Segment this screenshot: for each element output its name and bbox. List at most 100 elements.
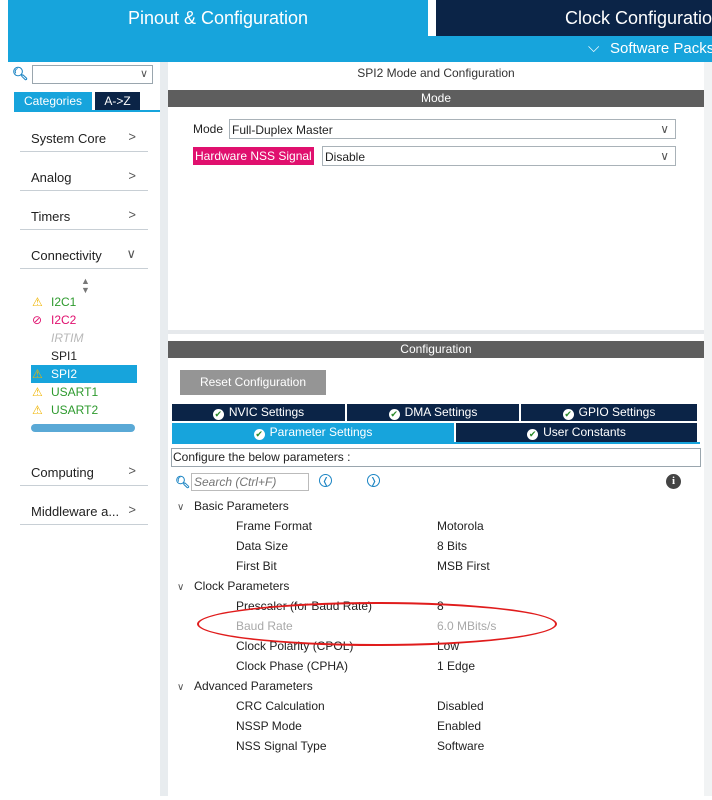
param-name: Data Size — [236, 539, 289, 553]
category-search-input[interactable]: ∨ — [32, 65, 153, 84]
tab-pinout-configuration[interactable]: Pinout & Configuration — [8, 0, 428, 36]
chevron-down-icon[interactable]: ∨ — [177, 682, 194, 693]
mode-select[interactable]: Full-Duplex Master ∨ — [229, 119, 676, 139]
mode-section-header: Mode — [168, 90, 704, 107]
peripheral-label: USART2 — [51, 403, 99, 417]
peripheral-i2c1[interactable]: ⚠ I2C1 — [31, 293, 137, 311]
param-value[interactable]: MSB First — [437, 559, 490, 573]
warning-icon: ⚠ — [32, 403, 43, 417]
peripheral-spi1[interactable]: SPI1 — [31, 347, 137, 365]
software-packs-menu[interactable]: Software Packs — [610, 40, 712, 57]
param-name: CRC Calculation — [236, 699, 325, 713]
mode-label: Mode — [193, 122, 224, 136]
param-value[interactable]: 1 Edge — [437, 659, 475, 673]
mode-panel-title: SPI2 Mode and Configuration — [357, 66, 515, 80]
param-value[interactable]: Software — [437, 739, 484, 753]
warning-icon: ⚠ — [32, 367, 43, 381]
chevron-right-icon: > — [128, 207, 136, 222]
chevron-down-icon[interactable]: ∨ — [177, 502, 194, 513]
peripheral-label: SPI1 — [51, 349, 78, 363]
main-scrollbar[interactable] — [704, 62, 712, 796]
tab-clock-configuration[interactable]: Clock Configuration — [436, 0, 712, 36]
search-icon: 🔍︎ — [175, 475, 191, 489]
category-analog[interactable]: Analog > — [20, 164, 148, 191]
param-value[interactable]: Disabled — [437, 699, 484, 713]
panel-splitter[interactable] — [168, 330, 712, 334]
tabs-underline — [172, 442, 700, 444]
category-label: Timers — [31, 209, 71, 224]
peripheral-label: I2C2 — [51, 313, 77, 327]
check-circle-icon: ✔ — [212, 409, 224, 420]
chevron-right-icon: > — [128, 168, 136, 183]
info-icon[interactable]: i — [666, 474, 681, 489]
peripheral-label: SPI2 — [51, 367, 78, 381]
parameter-search-field[interactable] — [192, 474, 306, 490]
category-middleware[interactable]: Middleware a... > — [20, 498, 148, 525]
param-name: First Bit — [236, 559, 277, 573]
search-icon: 🔍︎ — [12, 66, 29, 81]
param-value[interactable]: Enabled — [437, 719, 481, 733]
category-label: Middleware a... — [31, 504, 120, 519]
param-name: Frame Format — [236, 519, 313, 533]
peripheral-irtim[interactable]: IRTIM — [31, 329, 137, 347]
param-value[interactable]: 8 Bits — [437, 539, 467, 553]
category-system-core[interactable]: System Core > — [20, 125, 148, 152]
group-basic-parameters[interactable]: ∨ Basic Parameters — [177, 499, 289, 513]
check-circle-icon: ✔ — [527, 429, 539, 440]
category-timers[interactable]: Timers > — [20, 203, 148, 230]
chevron-down-icon[interactable]: ∨ — [140, 67, 148, 80]
param-value[interactable]: Motorola — [437, 519, 484, 533]
hardware-nss-signal-label: Hardware NSS Signal — [193, 147, 314, 165]
tab-nvic-settings[interactable]: ✔ NVIC Settings — [172, 404, 345, 421]
check-circle-icon: ✔ — [388, 409, 400, 420]
tab-dma-settings[interactable]: ✔ DMA Settings — [347, 404, 519, 421]
configure-description: Configure the below parameters : — [171, 448, 701, 467]
warning-icon: ⚠ — [32, 385, 43, 399]
mode-select-value: Full-Duplex Master — [232, 123, 333, 137]
chevron-down-icon: ∨ — [126, 246, 136, 261]
group-clock-parameters[interactable]: ∨ Clock Parameters — [177, 579, 289, 593]
param-name: NSSP Mode — [236, 719, 302, 733]
chevron-down-icon[interactable]: ∨ — [660, 122, 669, 136]
check-circle-icon: ✔ — [562, 409, 574, 420]
tab-user-constants[interactable]: ✔ User Constants — [456, 423, 697, 442]
tab-parameter-settings[interactable]: ✔ Parameter Settings — [172, 423, 454, 442]
categories-pane-scrollbar[interactable] — [160, 62, 168, 796]
reset-configuration-button[interactable]: Reset Configuration — [180, 370, 326, 395]
peripheral-label: USART1 — [51, 385, 99, 399]
chevron-down-icon[interactable]: ∨ — [177, 582, 194, 593]
peripheral-spi2[interactable]: ⚠ SPI2 — [31, 365, 137, 383]
peripheral-label: I2C1 — [51, 295, 77, 309]
chevron-down-icon[interactable]: ∨ — [660, 149, 669, 163]
tab-a-to-z[interactable]: A->Z — [95, 92, 140, 110]
search-previous-icon[interactable]: ❬ — [319, 474, 332, 487]
chevron-down-icon[interactable]: ⌵ — [588, 39, 599, 56]
category-connectivity[interactable]: Connectivity ∨ — [20, 242, 148, 269]
param-name: NSS Signal Type — [236, 739, 327, 753]
tab-label: User Constants — [543, 425, 626, 439]
tab-label: DMA Settings — [404, 405, 478, 419]
chevron-right-icon: > — [128, 129, 136, 144]
peripheral-label: IRTIM — [51, 331, 84, 345]
tab-pinout-label: Pinout & Configuration — [127, 8, 309, 28]
check-circle-icon: ✔ — [253, 429, 265, 440]
tab-categories[interactable]: Categories — [14, 92, 92, 110]
tab-gpio-settings[interactable]: ✔ GPIO Settings — [521, 404, 697, 421]
tab-label: Parameter Settings — [269, 425, 373, 439]
tab-underline — [14, 110, 160, 112]
category-label: Connectivity — [31, 248, 102, 263]
hardware-nss-signal-select[interactable]: Disable ∨ — [322, 146, 676, 166]
peripheral-list-scrollbar[interactable] — [31, 424, 135, 432]
peripheral-usart2[interactable]: ⚠ USART2 — [31, 401, 137, 419]
category-label: System Core — [31, 131, 107, 146]
category-label: Computing — [31, 465, 94, 480]
configuration-section-header: Configuration — [168, 341, 704, 358]
search-next-icon[interactable]: ❭ — [367, 474, 380, 487]
parameter-search-input[interactable] — [191, 473, 309, 491]
group-label: Clock Parameters — [194, 579, 290, 593]
group-advanced-parameters[interactable]: ∨ Advanced Parameters — [177, 679, 313, 693]
peripheral-usart1[interactable]: ⚠ USART1 — [31, 383, 137, 401]
category-computing[interactable]: Computing > — [20, 459, 148, 486]
peripheral-i2c2[interactable]: ⊘ I2C2 — [31, 311, 137, 329]
chevron-right-icon: > — [128, 502, 136, 517]
